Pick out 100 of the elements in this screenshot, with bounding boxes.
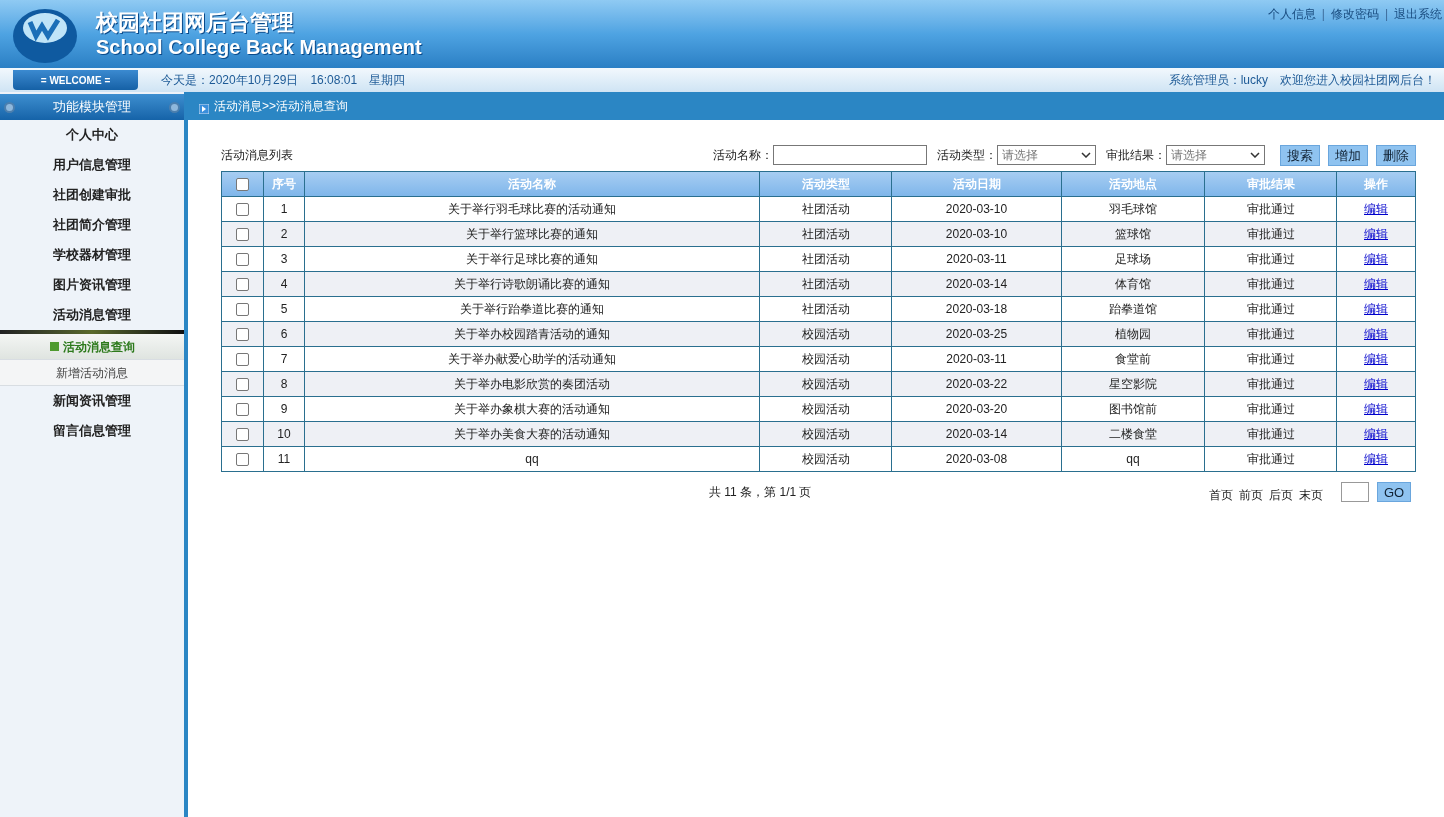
row-checkbox[interactable] bbox=[236, 203, 249, 217]
table-cell: 7 bbox=[263, 346, 305, 372]
table-cell: 2020-03-10 bbox=[891, 221, 1062, 247]
sidebar-item[interactable]: 个人中心 bbox=[0, 120, 184, 150]
edit-link[interactable]: 编辑 bbox=[1364, 452, 1388, 466]
table-cell: 审批通过 bbox=[1204, 221, 1337, 247]
table-cell: 2020-03-20 bbox=[891, 396, 1062, 422]
table-cell: 5 bbox=[263, 296, 305, 322]
select-all-checkbox[interactable] bbox=[236, 178, 249, 192]
edit-link[interactable]: 编辑 bbox=[1364, 302, 1388, 316]
row-checkbox[interactable] bbox=[236, 328, 249, 342]
edit-link[interactable]: 编辑 bbox=[1364, 352, 1388, 366]
table-cell: 2020-03-10 bbox=[891, 196, 1062, 222]
sidebar-item[interactable]: 社团创建审批 bbox=[0, 180, 184, 210]
row-checkbox[interactable] bbox=[236, 453, 249, 467]
sidebar-item[interactable]: 图片资讯管理 bbox=[0, 270, 184, 300]
app-subtitle: School College Back Management bbox=[96, 36, 422, 57]
table-cell: 审批通过 bbox=[1204, 396, 1337, 422]
table-cell: 审批通过 bbox=[1204, 196, 1337, 222]
sidebar-subitem[interactable]: 新增活动消息 bbox=[0, 360, 184, 386]
row-checkbox[interactable] bbox=[236, 403, 249, 417]
table-cell: 关于举行跆拳道比赛的通知 bbox=[304, 296, 760, 322]
pagination-link[interactable]: 首页 bbox=[1209, 486, 1233, 504]
table-cell: 校园活动 bbox=[759, 371, 892, 397]
edit-link[interactable]: 编辑 bbox=[1364, 227, 1388, 241]
pagination-link[interactable]: 前页 bbox=[1239, 486, 1263, 504]
table-cell: 10 bbox=[263, 421, 305, 447]
table-cell: 篮球馆 bbox=[1061, 221, 1205, 247]
separator: | bbox=[1321, 6, 1325, 23]
column-header: 活动日期 bbox=[891, 171, 1062, 197]
header-link[interactable]: 个人信息 bbox=[1267, 5, 1316, 23]
table-cell: 3 bbox=[263, 246, 305, 272]
sidebar-item[interactable]: 用户信息管理 bbox=[0, 150, 184, 180]
row-checkbox[interactable] bbox=[236, 353, 249, 367]
sidebar-subitem[interactable]: 活动消息查询 bbox=[0, 334, 184, 360]
header-link[interactable]: 退出系统 bbox=[1394, 5, 1442, 23]
table-cell: 审批通过 bbox=[1204, 421, 1337, 447]
row-checkbox[interactable] bbox=[236, 253, 249, 267]
action-button[interactable]: 删除 bbox=[1376, 144, 1416, 166]
knob-icon bbox=[4, 101, 15, 113]
sidebar-item[interactable]: 学校器材管理 bbox=[0, 240, 184, 270]
chevron-down-icon bbox=[1081, 152, 1091, 158]
sidebar-title: 功能模块管理 bbox=[53, 98, 131, 117]
table-cell: 关于举行篮球比赛的通知 bbox=[304, 221, 760, 247]
header-link[interactable]: 修改密码 bbox=[1330, 5, 1379, 23]
table-cell: 体育馆 bbox=[1061, 271, 1205, 297]
action-button[interactable]: 搜索 bbox=[1280, 144, 1320, 166]
edit-link[interactable]: 编辑 bbox=[1364, 402, 1388, 416]
table-cell: 2020-03-22 bbox=[891, 371, 1062, 397]
edit-link[interactable]: 编辑 bbox=[1364, 377, 1388, 391]
table-cell: 图书馆前 bbox=[1061, 396, 1205, 422]
edit-link[interactable]: 编辑 bbox=[1364, 327, 1388, 341]
select-field[interactable]: 请选择 bbox=[1166, 145, 1265, 165]
action-button[interactable]: 增加 bbox=[1328, 144, 1368, 166]
select-field[interactable]: 请选择 bbox=[997, 145, 1096, 165]
table-cell: 1 bbox=[263, 196, 305, 222]
filter-label: 活动类型： bbox=[937, 147, 997, 164]
table-cell: 4 bbox=[263, 271, 305, 297]
go-button[interactable]: GO bbox=[1377, 482, 1411, 502]
sidebar-item[interactable]: 社团简介管理 bbox=[0, 210, 184, 240]
table-cell: 审批通过 bbox=[1204, 446, 1337, 472]
pagination-link[interactable]: 后页 bbox=[1269, 486, 1293, 504]
table-cell: 食堂前 bbox=[1061, 346, 1205, 372]
table-cell: 审批通过 bbox=[1204, 296, 1337, 322]
table-cell: 关于举办献爱心助学的活动通知 bbox=[304, 346, 760, 372]
edit-link[interactable]: 编辑 bbox=[1364, 252, 1388, 266]
row-checkbox[interactable] bbox=[236, 278, 249, 292]
column-header: 活动地点 bbox=[1061, 171, 1205, 197]
table-cell: 2 bbox=[263, 221, 305, 247]
column-header: 活动类型 bbox=[759, 171, 892, 197]
text-field[interactable] bbox=[773, 145, 927, 165]
row-checkbox[interactable] bbox=[236, 303, 249, 317]
sidebar-item[interactable]: 新闻资讯管理 bbox=[0, 386, 184, 416]
pagination-link[interactable]: 末页 bbox=[1299, 486, 1323, 504]
table-cell: 社团活动 bbox=[759, 271, 892, 297]
table-cell: 足球场 bbox=[1061, 246, 1205, 272]
table-cell: 关于举办象棋大赛的活动通知 bbox=[304, 396, 760, 422]
table-cell: 2020-03-11 bbox=[891, 346, 1062, 372]
table-cell: 关于举办电影欣赏的奏团活动 bbox=[304, 371, 760, 397]
table-cell: 校园活动 bbox=[759, 346, 892, 372]
table-cell: 关于举办美食大赛的活动通知 bbox=[304, 421, 760, 447]
table-cell: 关于举行足球比赛的通知 bbox=[304, 246, 760, 272]
sidebar-item[interactable]: 活动消息管理 bbox=[0, 300, 184, 330]
table-cell: 审批通过 bbox=[1204, 346, 1337, 372]
filter-label: 活动名称： bbox=[713, 147, 773, 164]
column-header: 序号 bbox=[263, 171, 305, 197]
edit-link[interactable]: 编辑 bbox=[1364, 202, 1388, 216]
row-checkbox[interactable] bbox=[236, 228, 249, 242]
welcome-text: 系统管理员：lucky 欢迎您进入校园社团网后台！ bbox=[1168, 72, 1436, 89]
row-checkbox[interactable] bbox=[236, 378, 249, 392]
table-cell: 校园活动 bbox=[759, 421, 892, 447]
column-header: 操作 bbox=[1336, 171, 1416, 197]
edit-link[interactable]: 编辑 bbox=[1364, 277, 1388, 291]
page-input[interactable] bbox=[1341, 482, 1369, 502]
edit-link[interactable]: 编辑 bbox=[1364, 427, 1388, 441]
date-text: 今天是：2020年10月29日 16:08:01 星期四 bbox=[161, 72, 406, 89]
row-checkbox[interactable] bbox=[236, 428, 249, 442]
sidebar-item[interactable]: 留言信息管理 bbox=[0, 416, 184, 446]
table-cell: qq bbox=[304, 446, 760, 472]
table-cell: 校园活动 bbox=[759, 396, 892, 422]
